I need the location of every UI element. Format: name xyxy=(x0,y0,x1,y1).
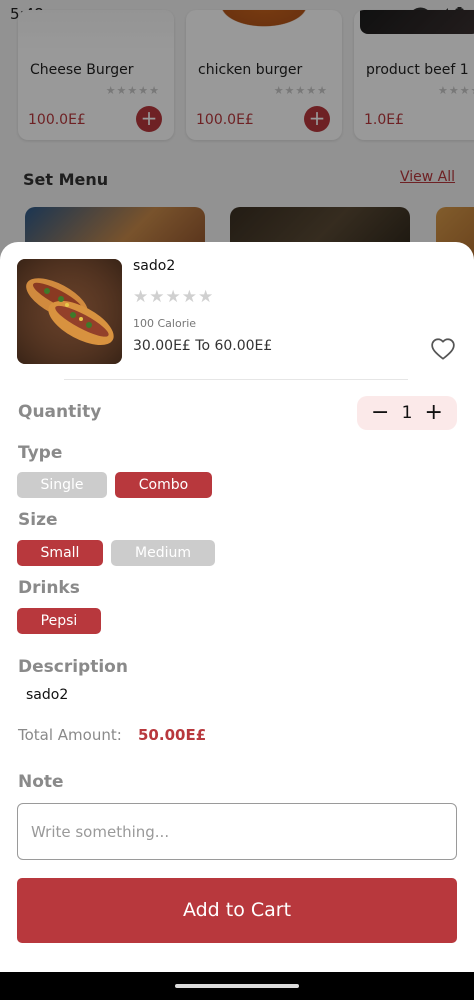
navigation-bar xyxy=(0,972,474,1000)
product-calories: 100 Calorie xyxy=(133,317,197,330)
home-indicator[interactable] xyxy=(175,984,299,988)
divider xyxy=(64,379,408,380)
type-label: Type xyxy=(18,443,63,463)
size-option-small[interactable]: Small xyxy=(17,540,103,566)
quantity-stepper: − 1 + xyxy=(357,396,457,430)
add-to-cart-button[interactable]: Add to Cart xyxy=(17,878,457,943)
product-image xyxy=(17,259,122,364)
total-amount-value: 50.00E£ xyxy=(138,726,207,744)
quantity-label: Quantity xyxy=(18,402,102,422)
drinks-label: Drinks xyxy=(18,578,80,598)
product-rating-stars: ★★★★★ xyxy=(133,287,215,307)
type-option-single[interactable]: Single xyxy=(17,472,107,498)
product-price-range: 30.00E£ To 60.00E£ xyxy=(133,338,273,354)
type-option-combo[interactable]: Combo xyxy=(115,472,212,498)
product-bottom-sheet: sado2 ★★★★★ 100 Calorie 30.00E£ To 60.00… xyxy=(0,242,474,972)
note-label: Note xyxy=(18,772,64,792)
total-amount-label: Total Amount: xyxy=(18,726,122,744)
drink-option-pepsi[interactable]: Pepsi xyxy=(17,608,101,634)
note-input[interactable] xyxy=(17,803,457,860)
size-option-medium[interactable]: Medium xyxy=(111,540,215,566)
heart-outline-icon[interactable] xyxy=(430,336,456,362)
decrease-quantity-button[interactable]: − xyxy=(371,402,389,424)
size-label: Size xyxy=(18,510,58,530)
description-text: sado2 xyxy=(26,687,69,703)
product-name: sado2 xyxy=(133,258,176,274)
increase-quantity-button[interactable]: + xyxy=(425,402,443,424)
description-label: Description xyxy=(18,657,128,677)
quantity-value: 1 xyxy=(401,403,413,423)
